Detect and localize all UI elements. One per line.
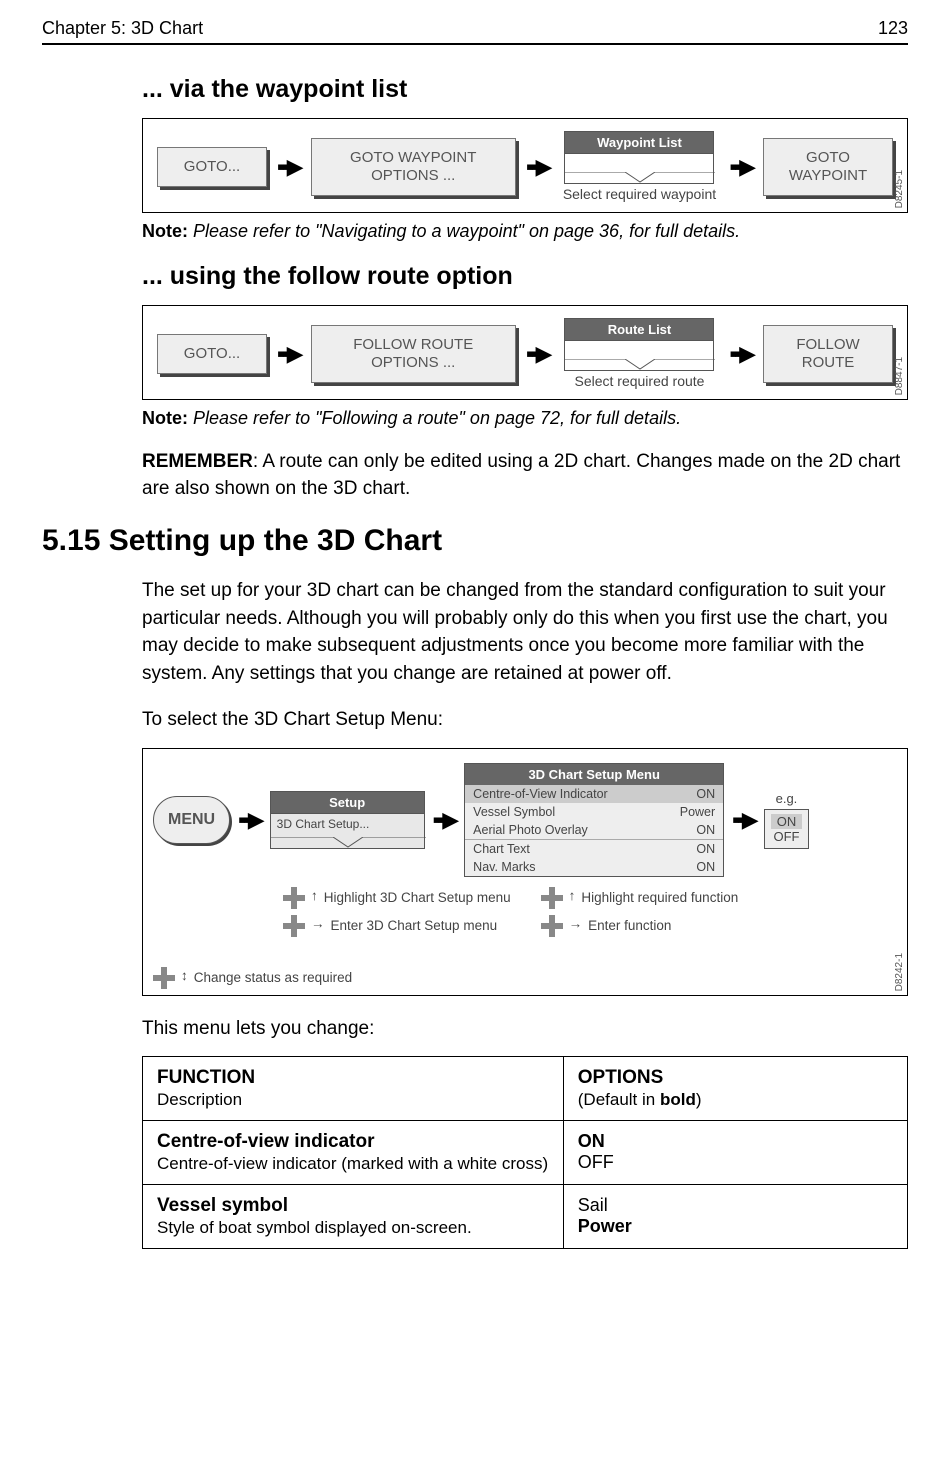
arrow-icon: ▪▪▶ [277, 154, 301, 180]
right-arrow-icon: → [569, 916, 583, 931]
section-para2: To select the 3D Chart Setup Menu: [142, 706, 908, 734]
menu-row: Centre-of-View IndicatorON [465, 785, 723, 803]
table-hdr-function-sub: Description [157, 1090, 242, 1109]
table-hdr-options: OPTIONS [578, 1067, 664, 1088]
opt-sail: Sail [578, 1195, 608, 1215]
arrow-icon: ▪▪▶ [526, 341, 550, 367]
opts-vessel-symbol: Sail Power [563, 1185, 907, 1249]
remember-label: REMEMBER [142, 451, 253, 472]
up-arrow-icon: ↑ [569, 888, 576, 903]
note-route: Note: Please refer to "Following a route… [142, 408, 908, 429]
softkey-goto: GOTO... [157, 334, 267, 374]
remember-note: REMEMBER: A route can only be edited usi… [142, 449, 908, 502]
softkey-goto: GOTO... [157, 147, 267, 187]
dpad-icon [541, 887, 563, 909]
dpad-icon [283, 915, 305, 937]
note-label: Note: [142, 221, 188, 241]
route-list-body [564, 341, 714, 371]
options-table: FUNCTION Description OPTIONS (Default in… [142, 1056, 908, 1249]
waypoint-list-caption: Select required waypoint [563, 186, 716, 202]
route-list-caption: Select required route [574, 373, 704, 389]
figure-id: D8847-1 [894, 357, 905, 395]
table-hdr-options-sub: (Default in bold) [578, 1090, 702, 1109]
setup-item: 3D Chart Setup... [270, 814, 425, 849]
setup-tab: Setup [270, 791, 425, 814]
example-label: e.g. [776, 791, 798, 806]
fn-vessel-symbol-desc: Style of boat symbol displayed on-screen… [157, 1218, 472, 1237]
menu-button: MENU [153, 796, 230, 844]
fn-vessel-symbol: Vessel symbol [157, 1195, 288, 1216]
arrow-icon: ▪▪▶ [526, 154, 550, 180]
page-number: 123 [878, 18, 908, 39]
arrow-icon: ▪▪▶ [729, 341, 753, 367]
softkey-goto-waypoint-options: GOTO WAYPOINT OPTIONS ... [311, 138, 516, 196]
fn-centre-of-view-desc: Centre-of-view indicator (marked with a … [157, 1154, 548, 1173]
hint-change-status: Change status as required [194, 970, 352, 985]
hint-highlight-function: Highlight required function [581, 890, 738, 905]
waypoint-list-header: Waypoint List [564, 131, 714, 154]
menu-row: Nav. MarksON [465, 858, 723, 876]
example-box: ON OFF [764, 809, 810, 849]
section-title: 5.15 Setting up the 3D Chart [42, 524, 908, 558]
softkey-follow-route: FOLLOW ROUTE [763, 325, 893, 383]
right-arrow-icon: → [311, 916, 325, 931]
updown-arrow-icon: ↕ [181, 968, 188, 983]
dpad-icon [153, 967, 175, 989]
para-menu-lets-you-change: This menu lets you change: [142, 1015, 908, 1043]
page-header: Chapter 5: 3D Chart 123 [42, 18, 908, 45]
opt-on: ON [578, 1131, 605, 1151]
flow-3d-chart-setup: MENU ▪▪▶ Setup 3D Chart Setup... ▪▪▶ 3D … [142, 748, 908, 996]
subsection-follow-route-title: ... using the follow route option [142, 262, 908, 291]
opt-off: OFF [578, 1152, 614, 1172]
menu-row: Aerial Photo OverlayON [465, 821, 723, 839]
fn-centre-of-view: Centre-of-view indicator [157, 1131, 374, 1152]
up-arrow-icon: ↑ [311, 888, 318, 903]
figure-id: D8245-1 [894, 170, 905, 208]
flow-follow-route: GOTO... ▪▪▶ FOLLOW ROUTE OPTIONS ... ▪▪▶… [142, 305, 908, 400]
arrow-icon: ▪▪▶ [433, 807, 457, 833]
arrow-icon: ▪▪▶ [277, 341, 301, 367]
route-list-header: Route List [564, 318, 714, 341]
hint-enter-function: Enter function [588, 918, 671, 933]
setup-menu-title: 3D Chart Setup Menu [465, 764, 723, 785]
arrow-icon: ▪▪▶ [238, 807, 262, 833]
setup-menu-card: 3D Chart Setup Menu Centre-of-View Indic… [464, 763, 724, 877]
note-text: Please refer to "Following a route" on p… [193, 408, 681, 428]
setup-item-label: 3D Chart Setup... [277, 817, 370, 831]
softkey-goto-waypoint: GOTO WAYPOINT [763, 138, 893, 196]
remember-text: : A route can only be edited using a 2D … [142, 451, 900, 499]
menu-row: Chart TextON [465, 840, 723, 858]
figure-id: D8242-1 [894, 953, 905, 991]
dpad-icon [283, 887, 305, 909]
opts-centre-of-view: ON OFF [563, 1121, 907, 1185]
table-hdr-function: FUNCTION [157, 1067, 255, 1088]
menu-row: Vessel SymbolPower [465, 803, 723, 821]
arrow-icon: ▪▪▶ [729, 154, 753, 180]
chapter-title: Chapter 5: 3D Chart [42, 18, 203, 39]
flow-waypoint-list: GOTO... ▪▪▶ GOTO WAYPOINT OPTIONS ... ▪▪… [142, 118, 908, 213]
example-opt-on: ON [771, 814, 803, 829]
dpad-icon [541, 915, 563, 937]
note-label: Note: [142, 408, 188, 428]
hint-highlight-setup: Highlight 3D Chart Setup menu [324, 890, 511, 905]
note-waypoint: Note: Please refer to "Navigating to a w… [142, 221, 908, 242]
hint-enter-setup: Enter 3D Chart Setup menu [331, 918, 498, 933]
arrow-icon: ▪▪▶ [732, 807, 756, 833]
opt-power: Power [578, 1216, 632, 1236]
softkey-follow-route-options: FOLLOW ROUTE OPTIONS ... [311, 325, 516, 383]
subsection-waypoint-list-title: ... via the waypoint list [142, 75, 908, 104]
section-para1: The set up for your 3D chart can be chan… [142, 577, 908, 687]
waypoint-list-body [564, 154, 714, 184]
example-opt-off: OFF [773, 829, 799, 844]
note-text: Please refer to "Navigating to a waypoin… [193, 221, 740, 241]
